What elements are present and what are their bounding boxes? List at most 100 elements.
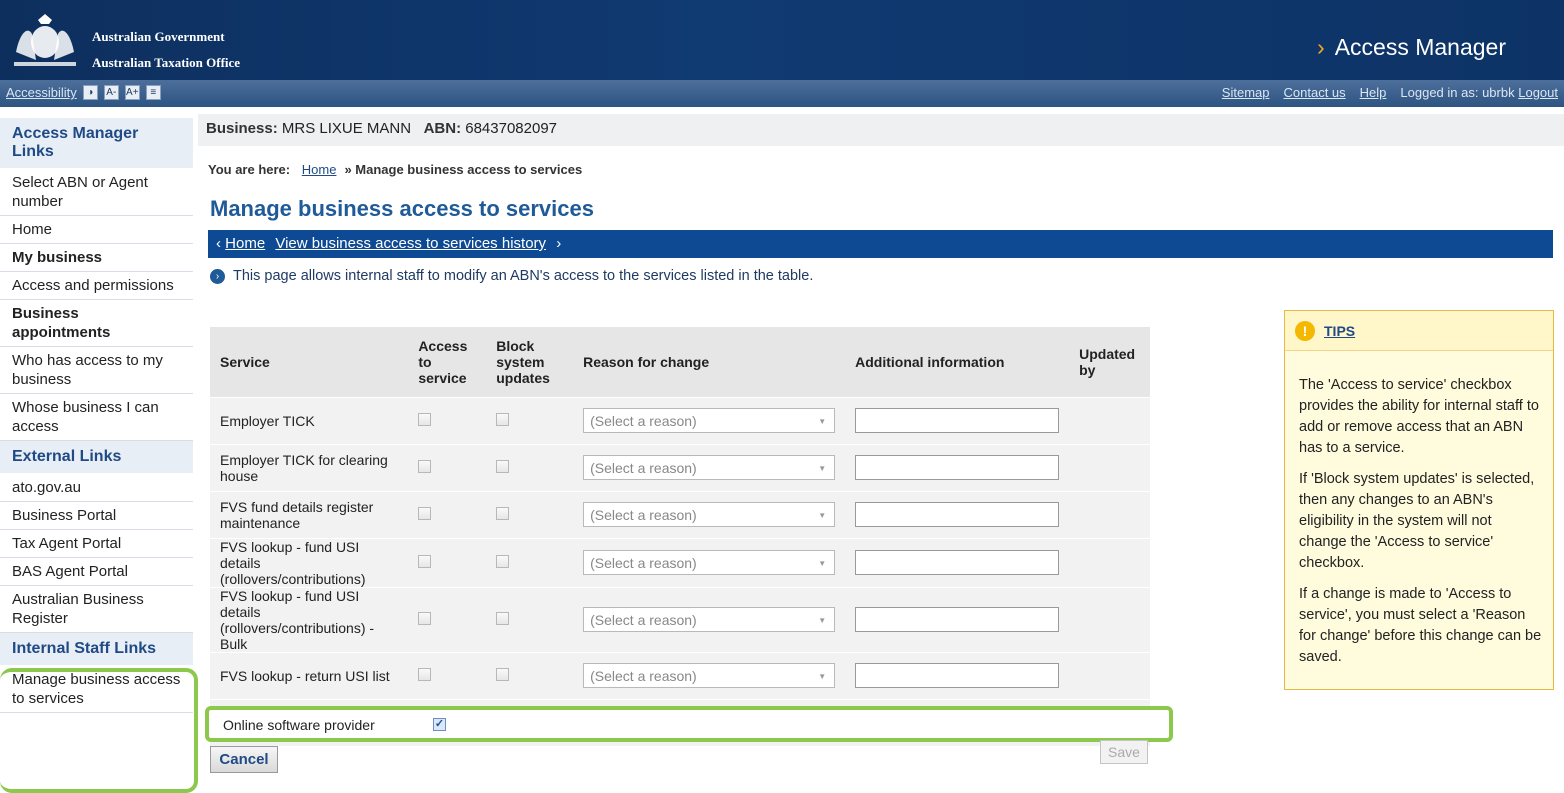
osp-label: Online software provider xyxy=(223,717,375,733)
nav-item-whose-business[interactable]: Whose business I can access xyxy=(0,394,193,441)
table-row: FVS fund details register maintenance (Se… xyxy=(210,490,1150,538)
cancel-button[interactable]: Cancel xyxy=(210,746,278,773)
logout-link[interactable]: Logout xyxy=(1518,85,1558,100)
block-checkbox[interactable] xyxy=(496,506,510,520)
col-updated: Updated by xyxy=(1069,327,1150,397)
block-cell xyxy=(486,443,574,491)
access-checkbox[interactable] xyxy=(418,554,432,568)
nav-item-bas-agent-portal[interactable]: BAS Agent Portal xyxy=(0,558,193,586)
block-checkbox[interactable] xyxy=(496,667,510,681)
additional-cell xyxy=(845,396,1070,444)
font-increase-icon[interactable]: A+ xyxy=(124,85,140,100)
access-checkbox[interactable] xyxy=(418,611,432,625)
updated-by-cell xyxy=(1069,586,1150,652)
tips-paragraph-3: If a change is made to 'Access to servic… xyxy=(1299,586,1542,665)
table-row: FVS lookup - fund USI details (rollovers… xyxy=(210,537,1150,587)
block-cell xyxy=(486,396,574,444)
nav-item-business-appointments[interactable]: Business appointments xyxy=(0,300,193,347)
block-checkbox[interactable] xyxy=(496,412,510,426)
access-checkbox[interactable] xyxy=(418,667,432,681)
save-button[interactable]: Save xyxy=(1100,740,1148,764)
font-decrease-icon[interactable]: A- xyxy=(103,85,119,100)
table-header-row: Service Access to service Block system u… xyxy=(210,327,1150,397)
access-checkbox[interactable] xyxy=(418,459,432,473)
updated-by-cell xyxy=(1069,490,1150,538)
nav-item-business-portal[interactable]: Business Portal xyxy=(0,502,193,530)
reason-cell: (Select a reason) ▼ xyxy=(573,396,846,444)
info-text: This page allows internal staff to modif… xyxy=(233,268,814,284)
reason-select[interactable]: (Select a reason) ▼ xyxy=(583,408,836,433)
additional-info-input[interactable] xyxy=(855,663,1060,688)
chevron-right-icon: › xyxy=(556,235,562,252)
col-additional: Additional information xyxy=(845,327,1070,397)
business-name: MRS LIXUE MANN xyxy=(281,120,412,137)
col-service: Service xyxy=(210,327,409,397)
reason-select[interactable]: (Select a reason) ▼ xyxy=(583,663,836,688)
updated-by-cell xyxy=(1069,396,1150,444)
sitemap-link[interactable]: Sitemap xyxy=(1222,85,1270,100)
nav-heading-internal: Internal Staff Links xyxy=(0,633,193,666)
additional-info-input[interactable] xyxy=(855,607,1060,632)
additional-info-input[interactable] xyxy=(855,408,1060,433)
reason-select-value: (Select a reason) xyxy=(590,507,697,523)
chevron-down-icon: ▼ xyxy=(818,616,827,625)
nav-item-who-has-access[interactable]: Who has access to my business xyxy=(0,347,193,394)
utility-bar: Accessibility ◑ A- A+ ≡ Sitemap Contact … xyxy=(0,80,1564,107)
subnav-history-link[interactable]: View business access to services history xyxy=(275,235,546,252)
contact-link[interactable]: Contact us xyxy=(1284,85,1346,100)
utility-links: Sitemap Contact us Help Logged in as: ub… xyxy=(1222,85,1558,100)
reason-select[interactable]: (Select a reason) ▼ xyxy=(583,550,836,575)
block-checkbox[interactable] xyxy=(496,459,510,473)
breadcrumb: You are here: Home » Manage business acce… xyxy=(208,162,582,177)
logged-in-user: Logged in as: ubrbk xyxy=(1400,85,1515,100)
block-cell xyxy=(486,490,574,538)
page-title: Manage business access to services xyxy=(210,196,594,221)
osp-checkbox[interactable]: ✓ xyxy=(433,718,446,731)
additional-cell xyxy=(845,651,1070,699)
block-checkbox[interactable] xyxy=(496,554,510,568)
breadcrumb-separator: » xyxy=(344,162,352,177)
reason-select[interactable]: (Select a reason) ▼ xyxy=(583,607,836,632)
table-row: FVS lookup - return USI list (Select a re… xyxy=(210,651,1150,699)
block-checkbox[interactable] xyxy=(496,611,510,625)
chevron-down-icon: ▼ xyxy=(818,559,827,568)
additional-info-input[interactable] xyxy=(855,455,1060,480)
sub-navigation: ‹ Home View business access to services … xyxy=(208,230,1553,258)
reason-select[interactable]: (Select a reason) ▼ xyxy=(583,455,836,480)
subnav-home-link[interactable]: Home xyxy=(225,235,265,252)
reason-cell: (Select a reason) ▼ xyxy=(573,490,846,538)
additional-info-input[interactable] xyxy=(855,550,1060,575)
accessibility-link[interactable]: Accessibility xyxy=(6,85,77,100)
breadcrumb-home-link[interactable]: Home xyxy=(302,162,337,177)
nav-item-tax-agent-portal[interactable]: Tax Agent Portal xyxy=(0,530,193,558)
service-name: Employer TICK xyxy=(210,396,409,444)
nav-item-abr[interactable]: Australian Business Register xyxy=(0,586,193,633)
accessibility-tools: Accessibility ◑ A- A+ ≡ xyxy=(6,85,161,100)
contrast-icon[interactable]: ◑ xyxy=(82,85,98,100)
tips-paragraph-2: If 'Block system updates' is selected, t… xyxy=(1299,471,1535,571)
access-cell xyxy=(408,586,487,652)
additional-info-input[interactable] xyxy=(855,502,1060,527)
reason-select[interactable]: (Select a reason) ▼ xyxy=(583,502,836,527)
service-name: FVS lookup - return USI list xyxy=(210,651,409,699)
access-cell xyxy=(408,490,487,538)
layout-icon[interactable]: ≡ xyxy=(145,85,161,100)
updated-by-cell xyxy=(1069,443,1150,491)
nav-item-access-permissions[interactable]: Access and permissions xyxy=(0,272,193,300)
nav-item-home[interactable]: Home xyxy=(0,216,193,244)
updated-by-cell xyxy=(1069,651,1150,699)
access-cell xyxy=(408,651,487,699)
alert-icon: ! xyxy=(1295,320,1315,341)
access-checkbox[interactable] xyxy=(418,506,432,520)
logged-in-text: Logged in as: ubrbk Logout xyxy=(1400,85,1558,100)
tips-title[interactable]: TIPS xyxy=(1324,323,1355,339)
nav-item-ato[interactable]: ato.gov.au xyxy=(0,474,193,502)
access-checkbox[interactable] xyxy=(418,412,432,426)
col-block: Block system updates xyxy=(486,327,574,397)
help-link[interactable]: Help xyxy=(1360,85,1387,100)
reason-cell: (Select a reason) ▼ xyxy=(573,651,846,699)
nav-item-select-abn[interactable]: Select ABN or Agent number xyxy=(0,169,193,216)
reason-select-value: (Select a reason) xyxy=(590,668,697,684)
abn-value: 68437082097 xyxy=(465,120,558,137)
nav-item-my-business[interactable]: My business xyxy=(0,244,193,272)
